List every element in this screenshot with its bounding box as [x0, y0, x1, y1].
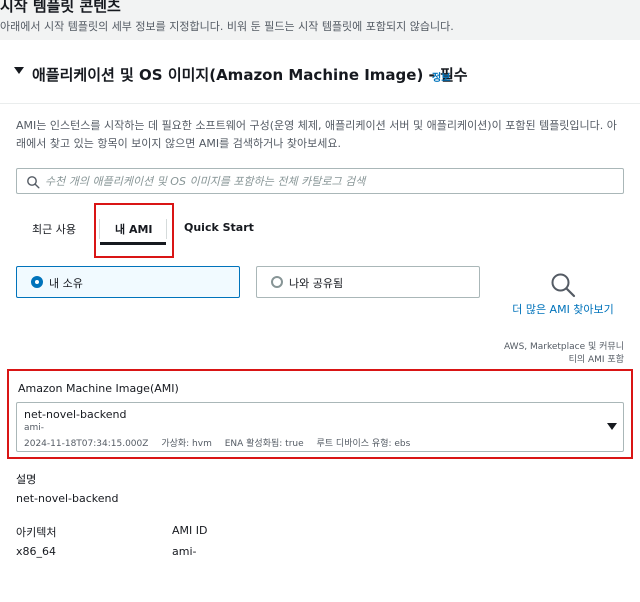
tab-highlight-box [94, 203, 174, 258]
ami-id-value: ami- [172, 545, 197, 558]
ami-meta: 2024-11-18T07:34:15.000Z 가상화: hvm ENA 활성… [24, 436, 420, 449]
section-description: AMI는 인스턴스를 시작하는 데 필요한 소프트웨어 구성(운영 체제, 애플… [16, 119, 617, 150]
description-value: net-novel-backend [16, 492, 119, 505]
radio-selected-icon[interactable] [31, 276, 43, 288]
ami-select[interactable]: net-novel-backend ami- 2024-11-18T07:34:… [16, 402, 624, 452]
ami-ena: ENA 활성화됨: true [224, 439, 304, 449]
header-band: 시작 템플릿 콘텐츠 아래에서 시작 템플릿의 세부 정보를 지정합니다. 비워… [0, 0, 640, 40]
ami-virtualization: 가상화: hvm [161, 439, 212, 449]
ami-label: Amazon Machine Image(AMI) [18, 382, 179, 395]
ami-search[interactable] [16, 168, 624, 194]
page-title: 시작 템플릿 콘텐츠 [0, 0, 121, 15]
tab-recent[interactable]: 최근 사용 [32, 221, 76, 237]
ami-root-device: 루트 디바이스 유형: ebs [316, 439, 411, 449]
ami-date: 2024-11-18T07:34:15.000Z [24, 439, 149, 449]
radio-label: 내 소유 [49, 277, 83, 290]
radio-owned-by-me[interactable]: 내 소유 [16, 266, 240, 298]
radio-shared-with-me[interactable]: 나와 공유됨 [256, 266, 480, 298]
architecture-label: 아키텍처 [16, 526, 57, 539]
caret-down-icon[interactable] [607, 423, 617, 430]
ami-id: ami- [24, 423, 45, 433]
ami-name: net-novel-backend [24, 408, 127, 421]
page-subtitle: 아래에서 시작 템플릿의 세부 정보를 지정합니다. 비워 둔 필드는 시작 템… [0, 20, 454, 33]
radio-unselected-icon[interactable] [271, 276, 283, 288]
search-icon[interactable] [549, 271, 577, 299]
ami-id-label: AMI ID [172, 524, 208, 537]
tab-quick-start[interactable]: Quick Start [184, 221, 254, 234]
search-icon [27, 176, 40, 189]
description-label: 설명 [16, 473, 37, 486]
info-link[interactable]: 정보 [432, 69, 450, 84]
section-header[interactable]: 애플리케이션 및 OS 이미지(Amazon Machine Image) - … [0, 42, 640, 104]
browse-note: AWS, Marketplace 및 커뮤니티의 AMI 포함 [504, 342, 624, 365]
section-title[interactable]: 애플리케이션 및 OS 이미지(Amazon Machine Image) - … [32, 64, 468, 85]
architecture-value: x86_64 [16, 545, 57, 558]
radio-label: 나와 공유됨 [289, 277, 344, 290]
browse-more-amis-link[interactable]: 더 많은 AMI 찾아보기 [500, 302, 626, 318]
search-input[interactable] [45, 172, 615, 190]
browse-more-amis: 더 많은 AMI 찾아보기 AWS, Marketplace 및 커뮤니티의 A… [500, 268, 626, 368]
caret-down-icon[interactable] [14, 67, 24, 74]
